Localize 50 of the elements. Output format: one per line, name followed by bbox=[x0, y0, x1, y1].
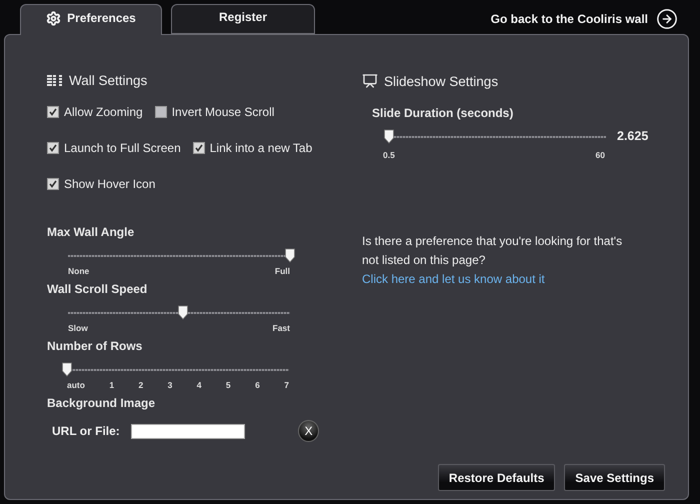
slider-thumb[interactable] bbox=[178, 305, 189, 320]
tick-label: None bbox=[68, 266, 90, 276]
tick-label: 2 bbox=[138, 380, 144, 390]
grid-icon bbox=[47, 75, 63, 86]
clear-button[interactable]: X bbox=[298, 420, 319, 442]
slider-thumb[interactable] bbox=[384, 129, 395, 144]
slider-thumb[interactable] bbox=[284, 248, 296, 263]
checkbox-label[interactable]: Allow Zooming bbox=[47, 105, 143, 119]
tick-label: 60 bbox=[596, 150, 605, 160]
field-label: URL or File: bbox=[52, 424, 121, 438]
tick-label: Full bbox=[274, 266, 290, 276]
feedback-link[interactable]: Click here and let us know about it bbox=[362, 270, 545, 289]
action-button[interactable]: Save Settings bbox=[564, 464, 665, 491]
slider-label: Max Wall Angle bbox=[47, 225, 134, 239]
tick-label: 7 bbox=[284, 380, 289, 390]
field-group-label: Background Image bbox=[47, 396, 156, 410]
tick-label: 0.5 bbox=[383, 150, 395, 160]
tick-label: Fast bbox=[272, 323, 290, 333]
tick-label: 4 bbox=[196, 380, 202, 390]
slideshow-icon bbox=[362, 73, 378, 89]
checkbox-label[interactable]: Launch to Full Screen bbox=[47, 141, 181, 155]
section-title: Slideshow Settings bbox=[384, 74, 498, 88]
tab[interactable]: Register bbox=[171, 4, 315, 34]
tick-label: 3 bbox=[168, 380, 172, 390]
slider-thumb[interactable] bbox=[62, 362, 72, 377]
slider-label: Number of Rows bbox=[47, 339, 142, 353]
slider-value: 2.625 bbox=[617, 128, 648, 142]
slider-label: Slide Duration (seconds) bbox=[372, 106, 514, 120]
arrow-right-icon bbox=[656, 8, 678, 30]
checkbox-label[interactable]: Invert Mouse Scroll bbox=[154, 105, 274, 119]
url-field[interactable] bbox=[131, 424, 246, 438]
section-title: Wall Settings bbox=[69, 73, 148, 88]
checkbox-label[interactable]: Link into a new Tab bbox=[192, 141, 312, 155]
action-button[interactable]: Restore Defaults bbox=[438, 464, 556, 491]
tick-label: 5 bbox=[226, 380, 231, 390]
checkbox[interactable] bbox=[47, 178, 59, 190]
tab[interactable]: Preferences bbox=[20, 4, 162, 35]
tick-label: 1 bbox=[109, 380, 114, 390]
checkbox-label[interactable]: Show Hover Icon bbox=[47, 177, 156, 191]
checkbox[interactable] bbox=[47, 142, 59, 154]
tick-label: Slow bbox=[68, 323, 88, 333]
tick-label: auto bbox=[67, 380, 85, 390]
checkbox[interactable] bbox=[47, 106, 59, 118]
gear-icon bbox=[46, 10, 62, 26]
tick-label: 6 bbox=[255, 380, 260, 390]
feedback-question: Is there a preference that you're looking for that's not listed on this page? bbox=[362, 233, 624, 269]
back-link[interactable]: Go back to the Cooliris wall bbox=[490, 8, 678, 30]
checkbox[interactable] bbox=[154, 106, 167, 118]
checkbox[interactable] bbox=[192, 142, 205, 154]
slider-label: Wall Scroll Speed bbox=[47, 282, 148, 296]
